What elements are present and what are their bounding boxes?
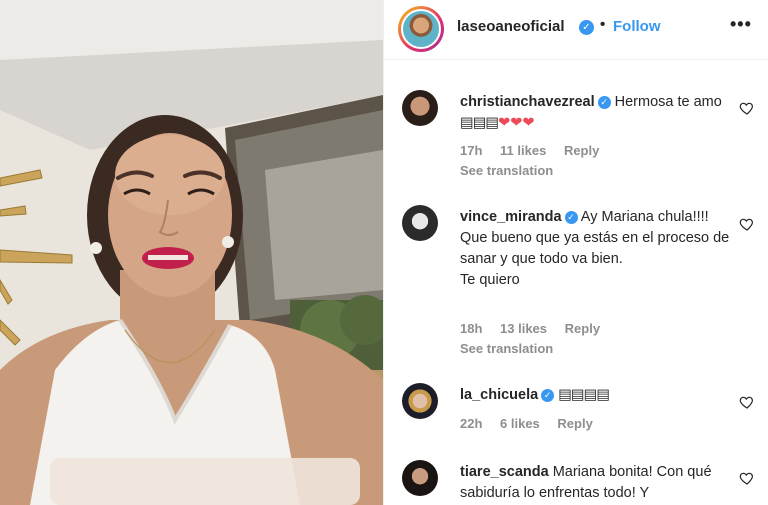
verified-badge-icon: ✓ xyxy=(564,210,578,224)
comments-panel: laseoaneoficial ✓ • Follow ••• christian… xyxy=(383,0,768,505)
commenter-username[interactable]: tiare_scanda xyxy=(460,464,549,480)
follow-button[interactable]: Follow xyxy=(613,18,661,35)
comment-time: 17h xyxy=(460,143,483,158)
comment-time: 22h xyxy=(460,416,483,431)
comment-text: Hermosa te amo xyxy=(614,94,722,110)
author-avatar[interactable] xyxy=(398,6,444,52)
reply-button[interactable]: Reply xyxy=(557,416,592,431)
comment-body: christianchavezreal ✓ Hermosa te amo ▤▤▤❤… xyxy=(460,92,730,134)
comment-likes[interactable]: 13 likes xyxy=(500,321,547,336)
verified-badge-icon: ✓ xyxy=(597,95,611,109)
reply-button[interactable]: Reply xyxy=(564,143,599,158)
reply-button[interactable]: Reply xyxy=(565,321,600,336)
commenter-avatar[interactable] xyxy=(402,460,438,496)
woman-selfie-image xyxy=(0,0,383,505)
commenter-avatar[interactable] xyxy=(402,383,438,419)
separator-dot: • xyxy=(600,16,606,33)
commenter-username[interactable]: christianchavezreal xyxy=(460,94,595,110)
heart-outline-icon[interactable] xyxy=(739,216,755,232)
comment-emoji: ▤▤▤ xyxy=(460,115,499,131)
see-translation-link[interactable]: See translation xyxy=(460,341,553,356)
verified-badge-icon: ✓ xyxy=(579,20,594,35)
author-username[interactable]: laseoaneoficial xyxy=(457,18,565,35)
heart-outline-icon[interactable] xyxy=(739,100,755,116)
comment-emoji: ▤▤▤▤ xyxy=(558,387,610,403)
heart-outline-icon[interactable] xyxy=(739,470,755,486)
commenter-username[interactable]: la_chicuela xyxy=(460,387,538,403)
more-options-icon[interactable]: ••• xyxy=(730,14,752,35)
commenter-username[interactable]: vince_miranda xyxy=(460,209,562,225)
comment-text-line2: Te quiero xyxy=(460,272,520,288)
commenter-avatar[interactable] xyxy=(402,205,438,241)
comment-meta: 17h 11 likes Reply xyxy=(460,143,613,158)
comment-body: la_chicuela ✓ ▤▤▤▤ xyxy=(460,385,730,406)
comment-time: 18h xyxy=(460,321,483,336)
comment-likes[interactable]: 6 likes xyxy=(500,416,540,431)
comment-meta: 22h 6 likes Reply xyxy=(460,416,607,431)
comment-body: tiare_scanda Mariana bonita! Con qué sab… xyxy=(460,462,730,504)
heart-outline-icon[interactable] xyxy=(739,394,755,410)
commenter-avatar[interactable] xyxy=(402,90,438,126)
comment-likes[interactable]: 11 likes xyxy=(500,143,546,158)
comment-hearts: ❤❤❤ xyxy=(498,115,535,131)
post-photo[interactable] xyxy=(0,0,383,505)
verified-badge-icon: ✓ xyxy=(541,388,555,402)
comment-meta: 18h 13 likes Reply xyxy=(460,321,614,336)
see-translation-link[interactable]: See translation xyxy=(460,163,553,178)
comment-body: vince_miranda ✓ Ay Mariana chula!!!! Que … xyxy=(460,207,730,291)
post-header: laseoaneoficial ✓ • Follow ••• xyxy=(384,0,768,60)
